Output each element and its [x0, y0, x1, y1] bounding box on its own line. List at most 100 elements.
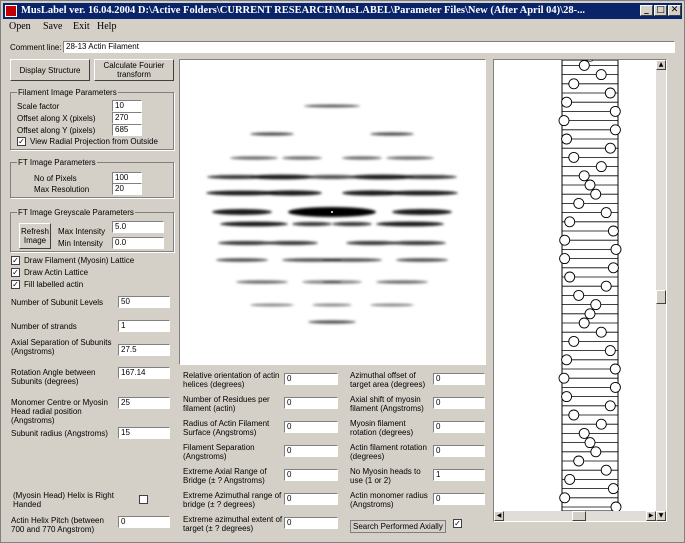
subunit-levels-input[interactable]: 50 — [118, 296, 170, 308]
max-resolution-input[interactable]: 20 — [112, 183, 142, 195]
horizontal-scroll-thumb[interactable] — [572, 511, 586, 521]
draw-actin-lattice-checkbox[interactable]: ✓ — [11, 268, 20, 277]
fourier-transform-image[interactable] — [179, 59, 486, 365]
offset-x-input[interactable]: 270 — [112, 112, 142, 124]
refresh-image-button[interactable]: Refresh Image — [19, 223, 51, 249]
ft-reflection — [230, 156, 278, 160]
radial-projection-label: View Radial Projection from Outside — [30, 137, 158, 146]
draw-filament-lattice-checkbox[interactable]: ✓ — [11, 256, 20, 265]
middle-param-label: Extreme Axial Range of Bridge (± ? Angst… — [183, 467, 267, 485]
actin-subunit — [607, 483, 619, 495]
subunit-radius-input[interactable]: 15 — [118, 427, 170, 439]
right-param-input[interactable]: 0 — [433, 397, 485, 409]
scroll-up-arrow-icon[interactable]: ▲ — [656, 60, 666, 70]
radial-projection-checkbox[interactable]: ✓ — [17, 137, 26, 146]
actin-helix-pitch-input[interactable]: 0 — [118, 516, 170, 528]
actin-subunit — [609, 363, 621, 375]
comment-input[interactable]: 28-13 Actin Filament — [63, 41, 675, 53]
actin-subunit — [600, 280, 612, 292]
fill-labelled-actin-checkbox[interactable]: ✓ — [11, 280, 20, 289]
ft-reflection — [322, 280, 362, 284]
search-axially-checkbox[interactable]: ✓ — [453, 519, 462, 528]
min-intensity-input[interactable]: 0.0 — [112, 237, 164, 249]
right-param-input[interactable]: 0 — [433, 445, 485, 457]
subunit-levels-label: Number of Subunit Levels — [11, 298, 104, 307]
scroll-right-arrow-icon[interactable]: ▶ — [646, 511, 656, 521]
calculate-ft-button[interactable]: Calculate Fourier transform — [94, 59, 174, 81]
ft-reflection — [370, 303, 414, 307]
actin-subunit — [564, 216, 576, 228]
actin-subunit — [561, 391, 573, 403]
actin-subunit — [568, 151, 580, 163]
actin-subunit — [561, 96, 573, 108]
max-intensity-input[interactable]: 5.0 — [112, 221, 164, 233]
offset-y-input[interactable]: 685 — [112, 124, 142, 136]
ft-reflection — [220, 221, 288, 227]
maximize-button[interactable]: □ — [654, 5, 667, 16]
ft-reflection — [370, 132, 414, 136]
actin-subunit — [564, 473, 576, 485]
middle-param-input[interactable]: 0 — [284, 373, 338, 385]
title-bar[interactable]: MusLabel ver. 16.04.2004 D:\Active Folde… — [3, 3, 682, 19]
scale-input[interactable]: 10 — [112, 100, 142, 112]
ft-reflection — [397, 175, 457, 179]
menu-help[interactable]: Help — [97, 20, 116, 34]
ft-reflection — [386, 190, 458, 196]
menu-exit[interactable]: Exit — [73, 20, 90, 34]
actin-subunit — [564, 271, 576, 283]
rotation-angle-input[interactable]: 167.14 — [118, 367, 170, 379]
ft-reflection — [216, 258, 268, 262]
vertical-scroll-thumb[interactable] — [656, 290, 666, 304]
monomer-centre-input[interactable]: 25 — [118, 397, 170, 409]
middle-param-input[interactable]: 0 — [284, 517, 338, 529]
actin-subunit — [573, 455, 585, 467]
right-param-input[interactable]: 0 — [433, 373, 485, 385]
rotation-angle-label: Rotation Angle between Subunits (degrees… — [11, 368, 96, 386]
offset-y-label: Offset along Y (pixels) — [17, 126, 96, 135]
helix-right-handed-checkbox[interactable] — [139, 495, 148, 504]
right-param-input[interactable]: 0 — [433, 421, 485, 433]
ft-reflection — [376, 221, 444, 227]
ft-image-title: FT Image Parameters — [17, 158, 97, 167]
right-param-label: Axial shift of myosin filament (Angstrom… — [350, 395, 424, 413]
scroll-left-arrow-icon[interactable]: ◀ — [494, 511, 504, 521]
ft-reflection — [392, 209, 452, 215]
lattice-view[interactable]: ▲ ▼ ◀ ▶ — [493, 59, 667, 522]
helix-right-handed-label: (Myosin Head) Helix is Right Handed — [13, 491, 114, 509]
app-icon — [5, 5, 17, 17]
actin-subunit — [573, 289, 585, 301]
actin-subunit — [559, 253, 571, 265]
right-param-input[interactable]: 1 — [433, 469, 485, 481]
ft-reflection — [266, 241, 318, 245]
greyscale-title: FT Image Greyscale Parameters — [17, 208, 135, 217]
close-button[interactable]: ✕ — [668, 5, 681, 16]
actin-subunit — [578, 317, 590, 329]
actin-subunit — [558, 115, 570, 127]
axial-separation-input[interactable]: 27.5 — [118, 344, 170, 356]
middle-param-input[interactable]: 0 — [284, 493, 338, 505]
actin-subunit — [561, 354, 573, 366]
middle-param-label: Extreme azimuthal extent of target (± ? … — [183, 515, 283, 533]
scroll-down-arrow-icon[interactable]: ▼ — [656, 511, 666, 521]
right-param-input[interactable]: 0 — [433, 493, 485, 505]
middle-param-input[interactable]: 0 — [284, 397, 338, 409]
actin-subunit — [573, 197, 585, 209]
actin-subunit — [595, 326, 607, 338]
ft-pattern-canvas — [206, 104, 458, 324]
menu-open[interactable]: Open — [9, 20, 31, 34]
display-structure-button[interactable]: Display Structure — [10, 59, 90, 81]
strands-input[interactable]: 1 — [118, 320, 170, 332]
min-intensity-label: Min Intensity — [58, 239, 103, 248]
middle-param-input[interactable]: 0 — [284, 421, 338, 433]
middle-param-input[interactable]: 0 — [284, 469, 338, 481]
max-resolution-label: Max Resolution — [34, 185, 90, 194]
middle-param-label: Radius of Actin Filament Surface (Angstr… — [183, 419, 270, 437]
ft-reflection — [292, 222, 332, 226]
lattice-canvas — [558, 60, 622, 511]
middle-param-input[interactable]: 0 — [284, 445, 338, 457]
ft-reflection — [322, 258, 382, 262]
actin-subunit — [609, 124, 621, 136]
draw-filament-lattice-label: Draw Filament (Myosin) Lattice — [24, 256, 135, 265]
menu-save[interactable]: Save — [43, 20, 62, 34]
minimize-button[interactable]: _ — [640, 5, 653, 16]
